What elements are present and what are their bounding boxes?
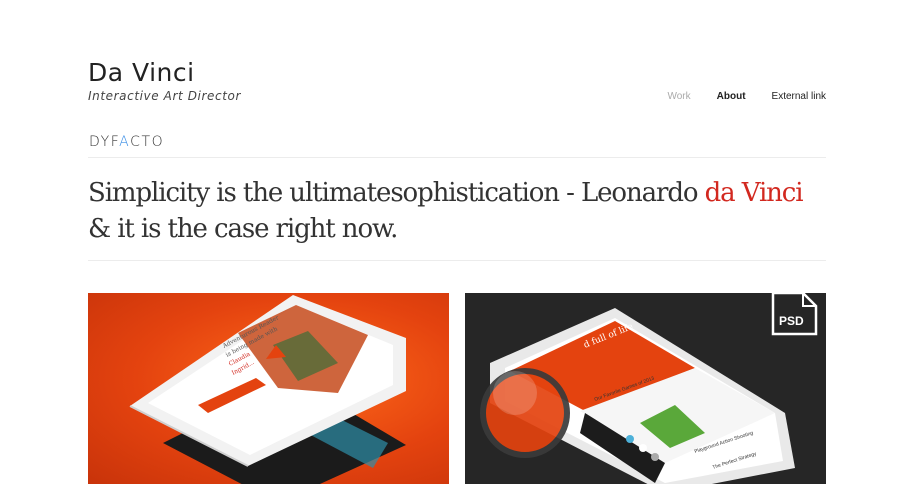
psd-badge-label: PSD: [779, 314, 804, 328]
brand-logo-prefix: DYF: [89, 134, 120, 150]
quote-text-end: & it is the case right now.: [88, 214, 398, 244]
main-nav: Work About External link: [667, 91, 826, 102]
sidebar-icon-1: [626, 435, 634, 443]
nav-work-link[interactable]: Work: [667, 91, 690, 102]
site-title[interactable]: Da Vinci: [88, 58, 241, 88]
portfolio-card-orange-app[interactable]: Adventurous Reader is being made with Cl…: [88, 293, 449, 484]
nav-about-link[interactable]: About: [717, 91, 746, 102]
phone-mockup-image: Adventurous Reader is being made with Cl…: [129, 295, 406, 484]
sidebar-icon-2: [639, 444, 647, 452]
nav-external-link[interactable]: External link: [772, 91, 826, 102]
quote-highlight: da Vinci: [704, 178, 804, 208]
quote-text-start: Simplicity is the ultimatesophistication…: [88, 178, 705, 208]
magnifier-highlight: [493, 371, 537, 415]
psd-file-icon: PSD: [771, 293, 818, 336]
portfolio-card-psd-mockup[interactable]: PSD d full of life Our Favorite Games of…: [465, 293, 826, 484]
hero-quote: Simplicity is the ultimatesophistication…: [88, 175, 828, 247]
brand-logo: DYFACTO: [89, 134, 164, 150]
divider-top: [88, 157, 826, 158]
brand-logo-accent: A: [119, 134, 131, 150]
site-header: Da Vinci Interactive Art Director: [88, 58, 241, 103]
brand-logo-suffix: CTO: [130, 134, 165, 150]
site-subtitle: Interactive Art Director: [88, 89, 241, 103]
sidebar-icon-3: [651, 453, 659, 461]
psd-mockup-image: PSD d full of life Our Favorite Games of…: [480, 293, 818, 484]
divider-bottom: [88, 260, 826, 261]
